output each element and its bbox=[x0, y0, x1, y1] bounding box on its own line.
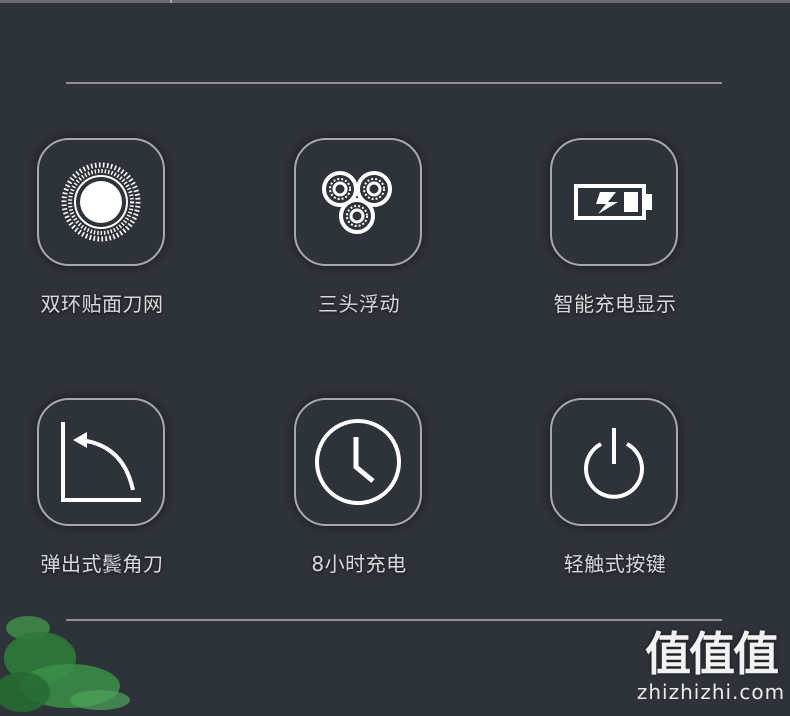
three-heads-icon bbox=[318, 162, 398, 242]
feature-label: 轻触式按键 bbox=[563, 552, 667, 576]
feature-tile bbox=[37, 138, 165, 266]
feature-label: 三头浮动 bbox=[318, 292, 400, 316]
bottom-divider bbox=[66, 619, 722, 621]
feature-tile bbox=[550, 398, 678, 526]
feature-charging-time: 8小时充电 bbox=[259, 398, 459, 598]
feature-three-heads: 三头浮动 bbox=[259, 138, 459, 338]
power-icon bbox=[579, 424, 649, 500]
top-divider bbox=[66, 82, 722, 84]
popup-trimmer-icon bbox=[59, 420, 143, 504]
feature-label: 双环贴面刀网 bbox=[40, 292, 164, 316]
battery-charging-icon bbox=[572, 180, 656, 224]
feature-battery-display: 智能充电显示 bbox=[515, 138, 715, 338]
feature-popup-trimmer: 弹出式鬓角刀 bbox=[2, 398, 202, 598]
feature-label: 智能充电显示 bbox=[553, 292, 677, 316]
feature-tile bbox=[37, 398, 165, 526]
double-ring-foil-icon bbox=[59, 160, 143, 244]
feature-label: 8小时充电 bbox=[311, 552, 407, 576]
feature-double-ring-foil: 双环贴面刀网 bbox=[2, 138, 202, 338]
watermark-logo: 值值值 bbox=[645, 627, 779, 681]
feature-tile bbox=[294, 398, 422, 526]
feature-tile bbox=[294, 138, 422, 266]
feature-label: 弹出式鬓角刀 bbox=[40, 552, 164, 576]
watermark-site: zhizhizhi.com bbox=[636, 680, 786, 704]
feature-tile bbox=[550, 138, 678, 266]
top-border bbox=[0, 0, 790, 3]
watermark: 值值值 zhizhizhi.com bbox=[636, 628, 786, 704]
feature-touch-button: 轻触式按键 bbox=[515, 398, 715, 598]
plant-decoration bbox=[0, 600, 140, 712]
clock-icon bbox=[313, 417, 403, 507]
